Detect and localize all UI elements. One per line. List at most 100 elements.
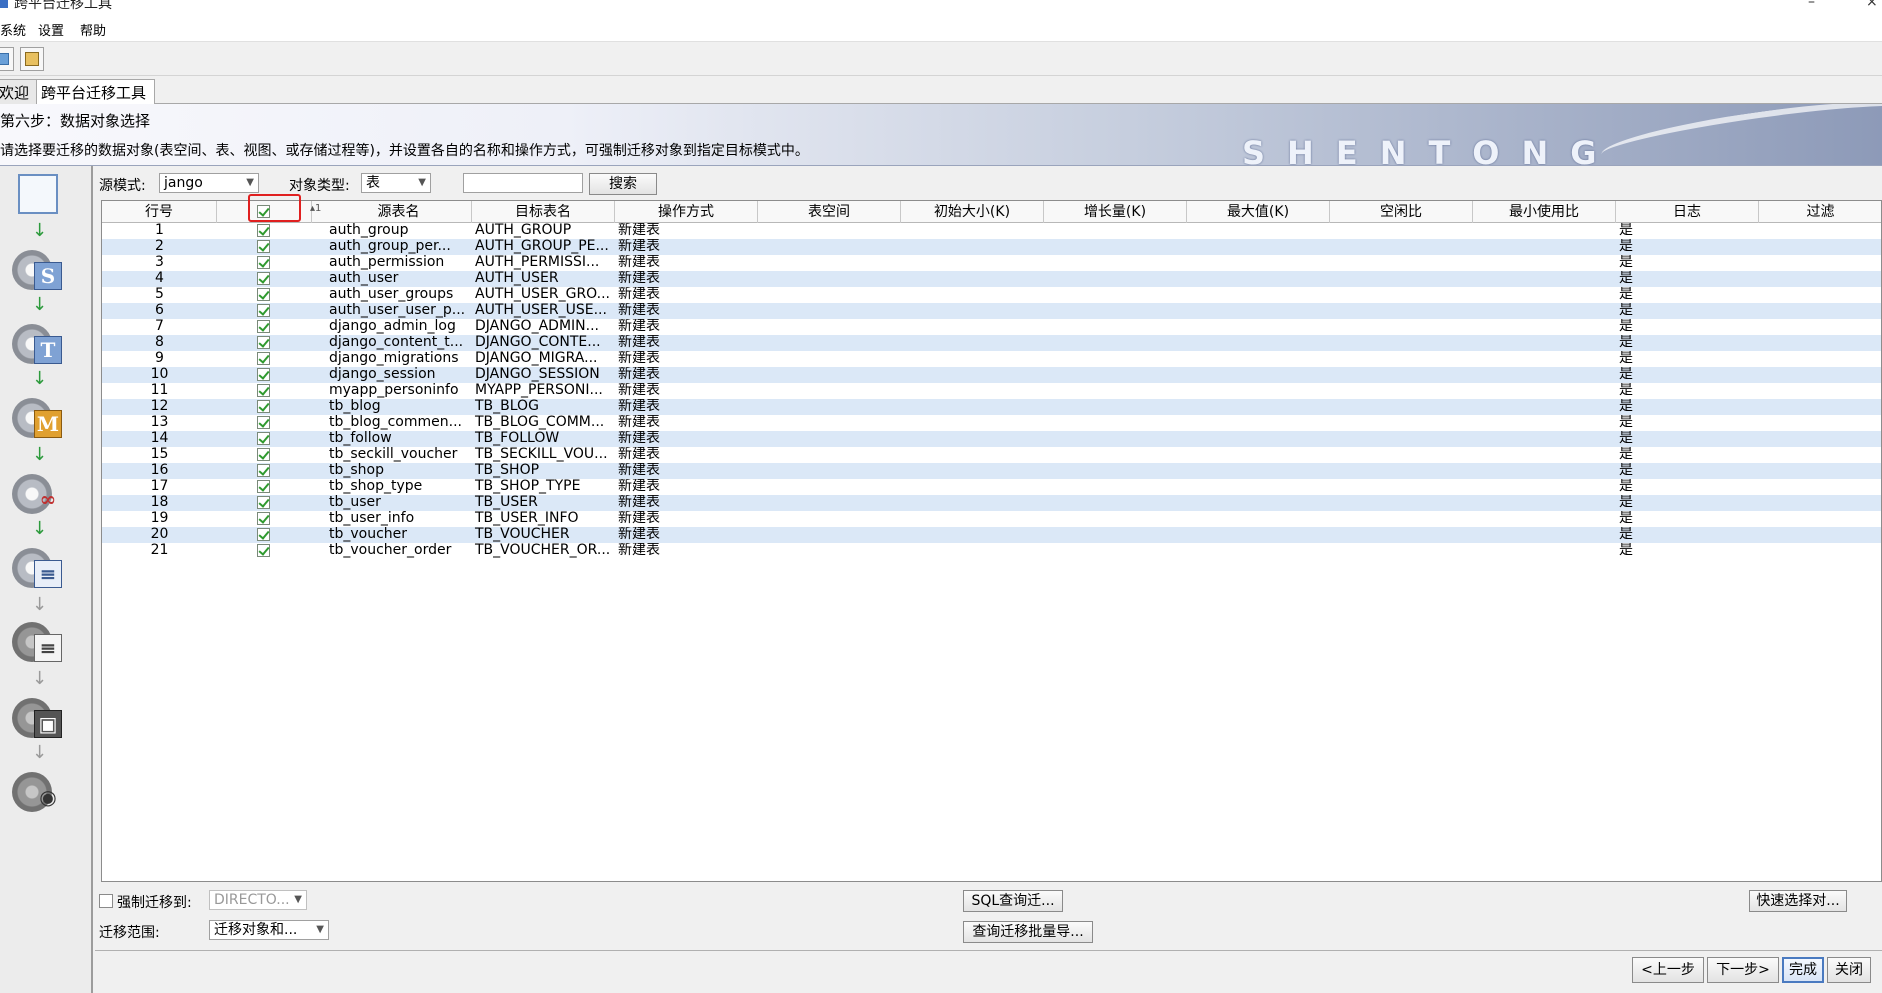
table-row[interactable]: 3 auth_permission AUTH_PERMISSI... 新建表 是 (102, 255, 1881, 271)
row-select-checkbox[interactable] (257, 240, 270, 253)
next-step-button[interactable]: 下一步> (1707, 957, 1779, 983)
target-table-cell[interactable]: TB_BLOG (472, 399, 615, 415)
force-migrate-select[interactable]: DIRECTO... ▼ (209, 890, 307, 910)
row-select-checkbox[interactable] (257, 464, 270, 477)
row-select-checkbox[interactable] (257, 512, 270, 525)
operation-cell[interactable]: 新建表 (615, 367, 758, 383)
tab-welcome[interactable]: 欢迎 (0, 79, 39, 104)
table-row[interactable]: 1 auth_group AUTH_GROUP 新建表 是 (102, 223, 1881, 239)
close-button[interactable]: 关闭 (1827, 957, 1871, 983)
step-target-icon[interactable]: T (12, 320, 70, 366)
row-select-checkbox[interactable] (257, 304, 270, 317)
target-table-cell[interactable]: DJANGO_CONTE... (472, 335, 615, 351)
table-row[interactable]: 20 tb_voucher TB_VOUCHER 新建表 是 (102, 527, 1881, 543)
table-row[interactable]: 15 tb_seckill_voucher TB_SECKILL_VOU... 新建表… (102, 447, 1881, 463)
target-table-cell[interactable]: AUTH_USER_USE... (472, 303, 615, 319)
search-input[interactable] (463, 173, 583, 193)
operation-cell[interactable]: 新建表 (615, 383, 758, 399)
row-select-checkbox[interactable] (257, 320, 270, 333)
col-growth[interactable]: 增长量(K) (1044, 201, 1187, 223)
table-row[interactable]: 4 auth_user AUTH_USER 新建表 是 (102, 271, 1881, 287)
target-table-cell[interactable]: TB_USER (472, 495, 615, 511)
step-link-icon[interactable]: ∞ (12, 470, 70, 516)
minimize-button[interactable]: – (1808, 0, 1815, 10)
col-initial-size[interactable]: 初始大小(K) (901, 201, 1044, 223)
target-table-cell[interactable]: DJANGO_MIGRA... (472, 351, 615, 367)
table-row[interactable]: 12 tb_blog TB_BLOG 新建表 是 (102, 399, 1881, 415)
table-row[interactable]: 10 django_session DJANGO_SESSION 新建表 是 (102, 367, 1881, 383)
operation-cell[interactable]: 新建表 (615, 543, 758, 559)
target-table-cell[interactable]: TB_FOLLOW (472, 431, 615, 447)
row-select-checkbox[interactable] (257, 368, 270, 381)
target-table-cell[interactable]: DJANGO_ADMIN... (472, 319, 615, 335)
table-row[interactable]: 5 auth_user_groups AUTH_USER_GRO... 新建表 是 (102, 287, 1881, 303)
operation-cell[interactable]: 新建表 (615, 271, 758, 287)
operation-cell[interactable]: 新建表 (615, 495, 758, 511)
table-row[interactable]: 21 tb_voucher_order TB_VOUCHER_OR... 新建表 是 (102, 543, 1881, 559)
target-table-cell[interactable]: TB_VOUCHER_OR... (472, 543, 615, 559)
table-row[interactable]: 11 myapp_personinfo MYAPP_PERSONI... 新建表 是 (102, 383, 1881, 399)
connect-icon[interactable] (0, 47, 14, 71)
target-table-cell[interactable]: TB_SHOP (472, 463, 615, 479)
col-operation[interactable]: 操作方式 (615, 201, 758, 223)
menu-help[interactable]: 帮助 (80, 20, 106, 39)
row-select-checkbox[interactable] (257, 336, 270, 349)
sql-query-migrate-button[interactable]: SQL查询迁... (963, 890, 1063, 912)
row-select-checkbox[interactable] (257, 480, 270, 493)
operation-cell[interactable]: 新建表 (615, 463, 758, 479)
row-select-checkbox[interactable] (257, 544, 270, 557)
row-select-checkbox[interactable] (257, 432, 270, 445)
clipboard-icon[interactable] (20, 47, 44, 71)
target-table-cell[interactable]: AUTH_GROUP_PE... (472, 239, 615, 255)
table-row[interactable]: 18 tb_user TB_USER 新建表 是 (102, 495, 1881, 511)
operation-cell[interactable]: 新建表 (615, 239, 758, 255)
operation-cell[interactable]: 新建表 (615, 255, 758, 271)
target-table-cell[interactable]: AUTH_PERMISSI... (472, 255, 615, 271)
step-mode-icon[interactable]: M (12, 394, 70, 440)
col-log[interactable]: 日志 (1616, 201, 1759, 223)
operation-cell[interactable]: 新建表 (615, 287, 758, 303)
target-table-cell[interactable]: TB_USER_INFO (472, 511, 615, 527)
step-eye-icon[interactable]: ◉ (12, 768, 70, 814)
col-min-used-ratio[interactable]: 最小使用比 (1473, 201, 1616, 223)
row-select-checkbox[interactable] (257, 384, 270, 397)
step-objects-icon[interactable]: ≡ (12, 544, 70, 590)
step-welcome-icon[interactable] (12, 174, 70, 220)
operation-cell[interactable]: 新建表 (615, 351, 758, 367)
operation-cell[interactable]: 新建表 (615, 415, 758, 431)
row-select-checkbox[interactable] (257, 528, 270, 541)
operation-cell[interactable]: 新建表 (615, 335, 758, 351)
row-select-checkbox[interactable] (257, 400, 270, 413)
table-row[interactable]: 2 auth_group_per... AUTH_GROUP_PE... 新建表 是 (102, 239, 1881, 255)
quick-select-button[interactable]: 快速选择对... (1749, 890, 1847, 912)
operation-cell[interactable]: 新建表 (615, 511, 758, 527)
source-schema-select[interactable]: jango ▼ (159, 173, 259, 193)
tab-migration-tool[interactable]: 跨平台迁移工具 (36, 79, 156, 104)
operation-cell[interactable]: 新建表 (615, 303, 758, 319)
table-row[interactable]: 17 tb_shop_type TB_SHOP_TYPE 新建表 是 (102, 479, 1881, 495)
batch-import-button[interactable]: 查询迁移批量导... (963, 921, 1093, 943)
row-select-checkbox[interactable] (257, 256, 270, 269)
target-table-cell[interactable]: TB_SECKILL_VOU... (472, 447, 615, 463)
target-table-cell[interactable]: AUTH_USER_GRO... (472, 287, 615, 303)
target-table-cell[interactable]: DJANGO_SESSION (472, 367, 615, 383)
table-row[interactable]: 19 tb_user_info TB_USER_INFO 新建表 是 (102, 511, 1881, 527)
operation-cell[interactable]: 新建表 (615, 479, 758, 495)
target-table-cell[interactable]: TB_SHOP_TYPE (472, 479, 615, 495)
target-table-cell[interactable]: AUTH_USER (472, 271, 615, 287)
col-tablespace[interactable]: 表空间 (758, 201, 901, 223)
search-button[interactable]: 搜索 (589, 173, 657, 195)
step-source-icon[interactable]: S (12, 246, 70, 292)
step-settings-icon[interactable]: ≡ (12, 618, 70, 664)
target-table-cell[interactable]: AUTH_GROUP (472, 223, 615, 239)
table-row[interactable]: 7 django_admin_log DJANGO_ADMIN... 新建表 是 (102, 319, 1881, 335)
operation-cell[interactable]: 新建表 (615, 223, 758, 239)
prev-step-button[interactable]: <上一步 (1632, 957, 1704, 983)
target-table-cell[interactable]: TB_VOUCHER (472, 527, 615, 543)
object-type-select[interactable]: 表 ▼ (361, 173, 431, 193)
menu-settings[interactable]: 设置 (38, 20, 64, 39)
operation-cell[interactable]: 新建表 (615, 319, 758, 335)
col-source-table[interactable]: 源表名 (326, 201, 472, 223)
col-max-value[interactable]: 最大值(K) (1187, 201, 1330, 223)
step-box-icon[interactable]: ▣ (12, 694, 70, 740)
